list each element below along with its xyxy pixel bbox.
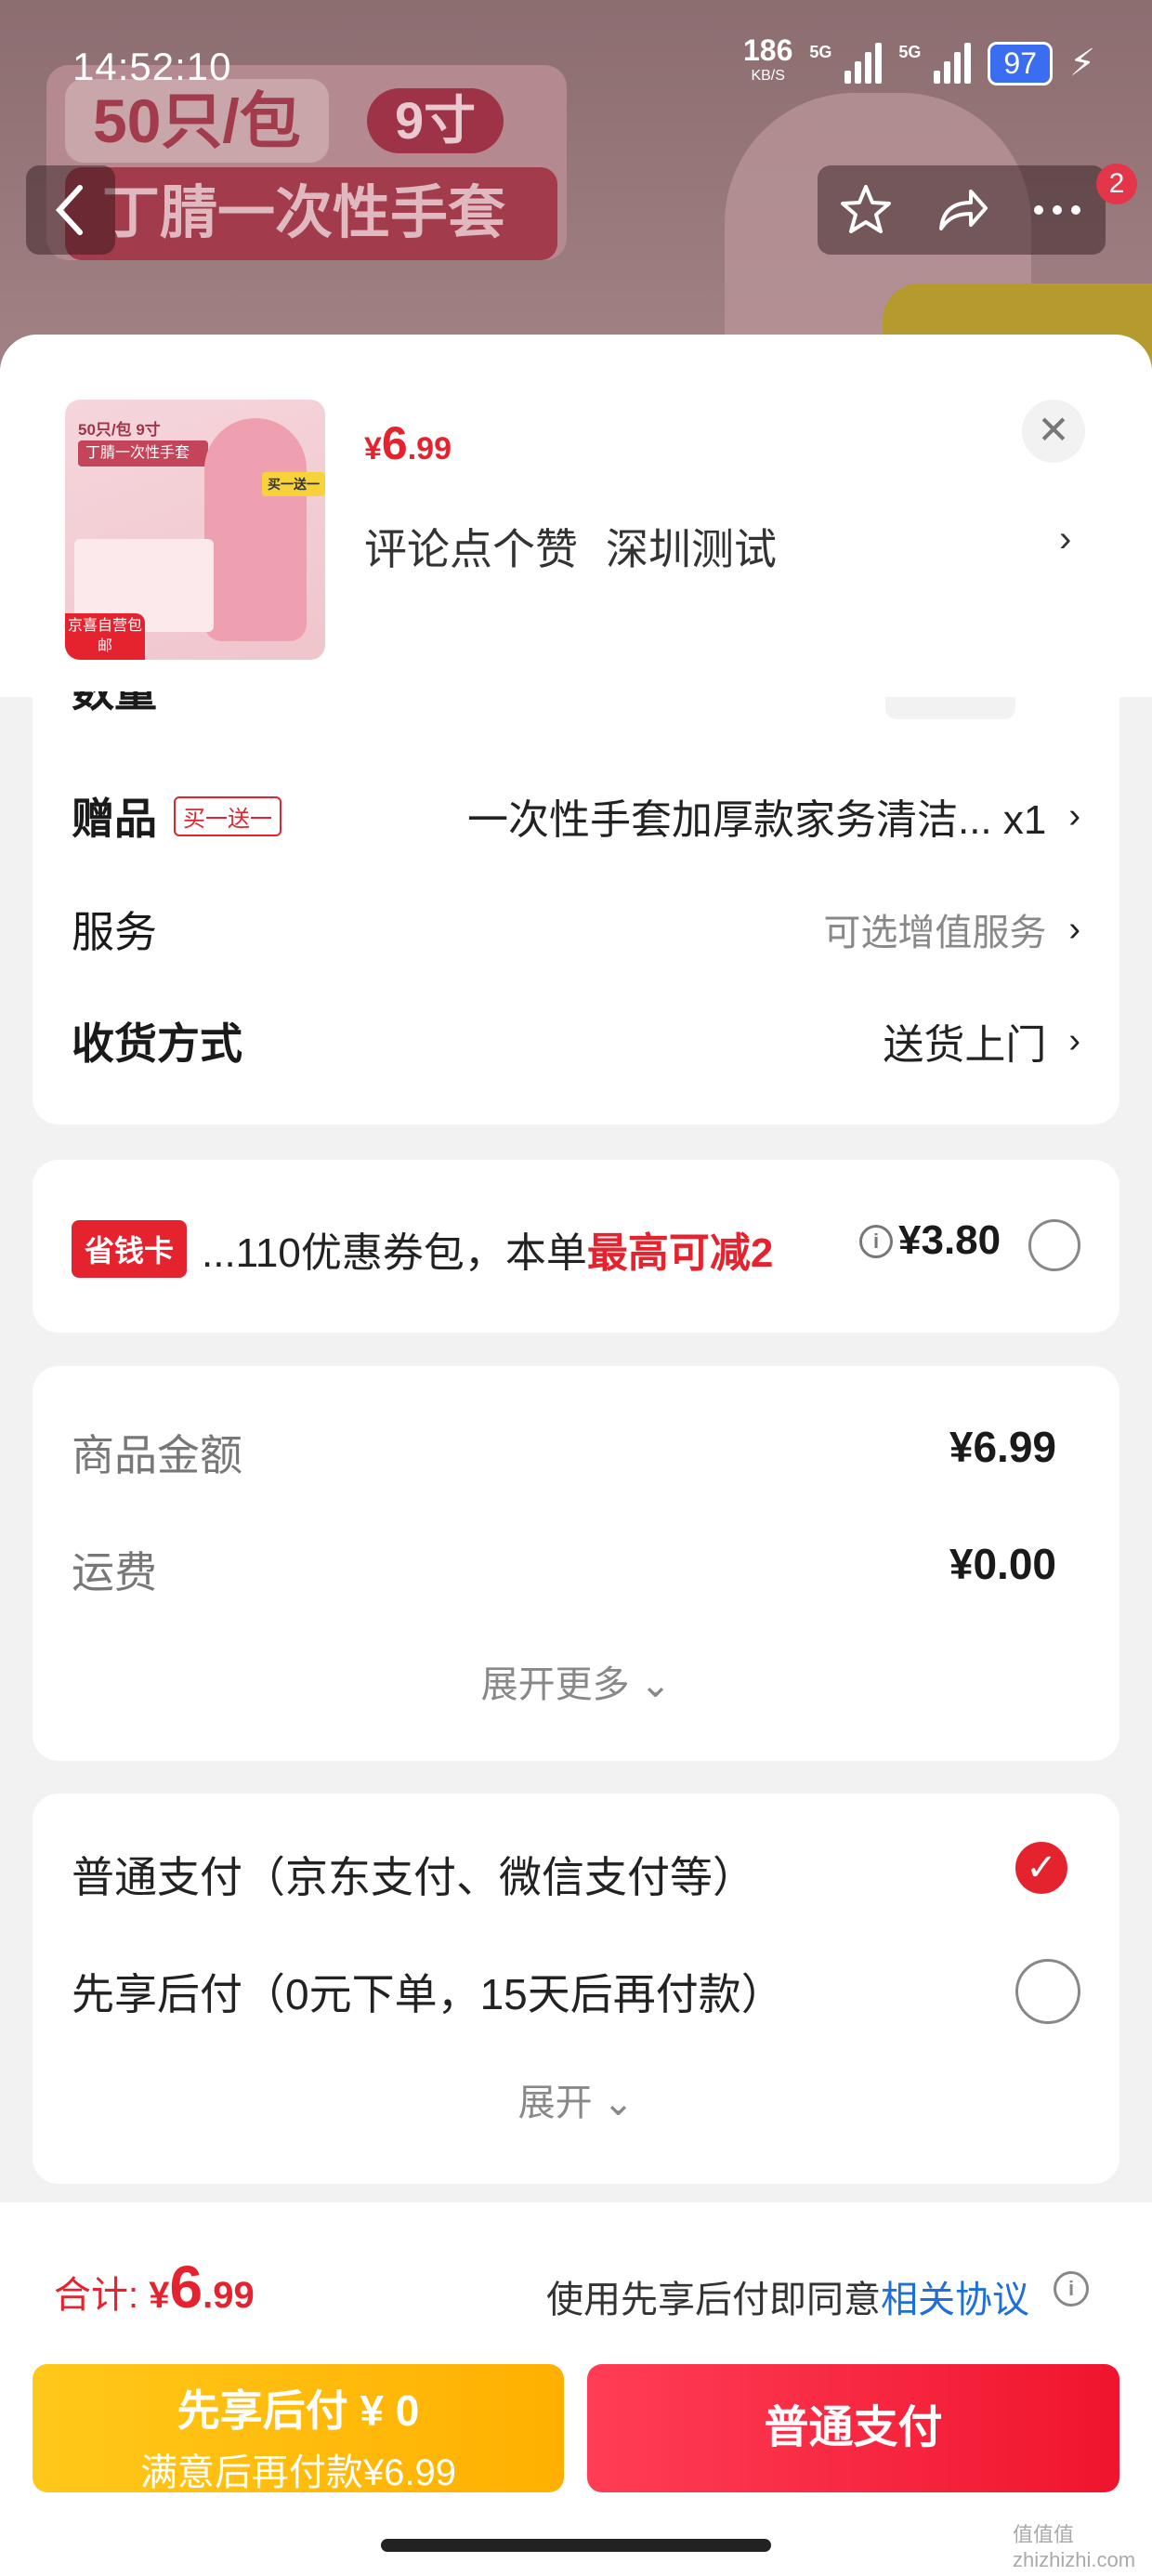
amount-card: 商品金额 ¥6.99 运费 ¥0.00 展开更多 ⌄: [33, 1366, 1119, 1761]
chevron-right-icon: ›: [1068, 795, 1080, 835]
service-row[interactable]: 服务 可选增值服务 ›: [72, 892, 1080, 966]
pay-later-sublabel: 满意后再付款¥6.99: [139, 2452, 457, 2493]
delivery-row[interactable]: 收货方式 送货上门 ›: [72, 1004, 1080, 1078]
chevron-down-icon: ⌄: [639, 1664, 672, 1705]
gift-value: 一次性手套加厚款家务清洁... x1: [466, 797, 1047, 843]
total-symbol: ¥: [149, 2275, 170, 2316]
info-icon[interactable]: i: [1054, 2271, 1089, 2307]
checkmark-icon[interactable]: ✓: [1015, 1842, 1067, 1894]
thumb-promo-tag: 买一送一: [262, 472, 325, 496]
size-chip: 9寸: [367, 88, 504, 153]
info-icon[interactable]: i: [859, 1225, 893, 1258]
close-button[interactable]: ✕: [1022, 400, 1085, 463]
shipping-label: 运费: [72, 1548, 157, 1597]
product-thumbnail[interactable]: 50只/包 9寸 丁腈一次性手套 买一送一 京喜自营包邮: [65, 400, 325, 660]
coupon-amount: ¥3.80: [898, 1217, 1001, 1263]
goods-amount-label: 商品金额: [72, 1431, 242, 1479]
speed-unit: KB/S: [751, 68, 785, 84]
expand-label: 展开: [517, 2083, 593, 2123]
total-int: 6: [169, 2254, 203, 2320]
coupon-description[interactable]: ...110优惠券包，本单最高可减2: [202, 1219, 773, 1279]
gift-row[interactable]: 赠品 买一送一 一次性手套加厚款家务清洁... x1 ›: [72, 779, 1080, 853]
chevron-down-icon: ⌄: [602, 2083, 635, 2123]
back-button[interactable]: [26, 165, 115, 255]
sheet-header: 50只/包 9寸 丁腈一次性手套 买一送一 京喜自营包邮 ¥6.99 评论点个赞…: [0, 335, 1152, 697]
price-symbol: ¥: [364, 431, 382, 467]
chevron-right-icon: ›: [1068, 1020, 1080, 1060]
payment-card: 普通支付（京东支付、微信支付等） ✓ 先享后付（0元下单，15天后再付款） 展开…: [33, 1794, 1119, 2184]
coupon-text: ...110优惠券包，本单: [202, 1230, 587, 1276]
delivery-value: 送货上门: [883, 1022, 1047, 1068]
glove-image: [204, 418, 307, 641]
thumb-title: 丁腈一次性手套: [78, 440, 208, 467]
spec-address: 深圳测试: [606, 525, 777, 573]
shipping-value: ¥0.00: [949, 1540, 1056, 1588]
gift-label: 赠品: [72, 795, 157, 843]
star-icon: [840, 185, 891, 233]
thumb-shipping-seal: 京喜自营包邮: [65, 613, 145, 660]
cart-badge: 2: [1096, 164, 1137, 204]
signal-icon: 5G: [898, 43, 972, 84]
bottom-bar: 合计: ¥6.99 使用先享后付即同意相关协议 i 先享后付 ¥ 0 满意后再付…: [0, 2202, 1152, 2576]
signal-label: 5G: [809, 43, 832, 61]
status-time: 14:52:10: [72, 45, 232, 88]
chevron-right-icon: ›: [1068, 909, 1080, 949]
paylater-radio[interactable]: [1015, 1959, 1080, 2024]
checkout-sheet: 50只/包 9寸 丁腈一次性手套 买一送一 京喜自营包邮 ¥6.99 评论点个赞…: [0, 335, 1152, 2576]
price-dec: .99: [407, 431, 452, 467]
quantity-stepper[interactable]: [885, 697, 1015, 719]
pack-count-chip: 50只/包: [65, 79, 329, 163]
favorite-button[interactable]: [833, 177, 898, 243]
charging-icon: ⚡: [1068, 43, 1096, 84]
quantity-label: 数量: [72, 691, 157, 716]
chevron-left-icon: [55, 185, 83, 235]
top-actions: [818, 165, 1106, 255]
share-icon: [938, 190, 988, 230]
coupon-card: 省钱卡 ...110优惠券包，本单最高可减2 i ¥3.80: [33, 1160, 1119, 1333]
expand-button[interactable]: 展开 ⌄: [33, 2072, 1119, 2126]
payment-option-paylater[interactable]: 先享后付（0元下单，15天后再付款）: [72, 1961, 784, 2022]
agreement-link[interactable]: 相关协议: [881, 2280, 1029, 2320]
product-spec-selector[interactable]: 评论点个赞 深圳测试: [364, 516, 777, 577]
expand-more-label: 展开更多: [480, 1664, 630, 1705]
agreement-text: 使用先享后付即同意相关协议: [546, 2269, 1029, 2323]
pay-later-button[interactable]: 先享后付 ¥ 0 满意后再付款¥6.99: [33, 2364, 564, 2493]
battery-indicator: 97: [988, 41, 1053, 85]
signal-label: 5G: [898, 43, 922, 61]
speed-value: 186: [743, 33, 793, 67]
more-button[interactable]: [1025, 177, 1090, 243]
total-dec: .99: [203, 2275, 255, 2316]
goods-amount-value: ¥6.99: [949, 1423, 1056, 1471]
gift-tag: 买一送一: [174, 795, 281, 836]
product-banner-title: 丁腈一次性手套: [65, 167, 557, 260]
more-icon: [1034, 205, 1081, 215]
pay-later-label: 先享后付 ¥ 0: [177, 2386, 420, 2435]
price-int: 6: [381, 417, 408, 469]
coupon-radio[interactable]: [1028, 1219, 1080, 1271]
watermark: 值值值 zhizhizhi.com: [1013, 2523, 1136, 2571]
spec-text: 评论点个赞: [364, 525, 578, 573]
signal-icon: 5G: [809, 43, 883, 84]
product-price: ¥6.99: [364, 416, 452, 470]
coupon-highlight: 最高可减2: [586, 1230, 774, 1276]
status-icons: 186 KB/S 5G 5G 97 ⚡: [743, 35, 1096, 89]
service-value: 可选增值服务: [823, 913, 1047, 953]
total-label: 合计:: [54, 2275, 150, 2316]
payment-option-normal[interactable]: 普通支付（京东支付、微信支付等）: [72, 1844, 755, 1905]
goods-amount-row: 商品金额 ¥6.99: [72, 1422, 1056, 1483]
expand-more-button[interactable]: 展开更多 ⌄: [33, 1654, 1119, 1708]
options-card: 数量 赠品 买一送一 一次性手套加厚款家务清洁... x1 › 服务 可选增值服…: [33, 691, 1119, 1124]
delivery-label: 收货方式: [72, 1019, 242, 1068]
order-total: 合计: ¥6.99: [54, 2253, 255, 2321]
normal-pay-button[interactable]: 普通支付: [587, 2364, 1119, 2492]
coupon-badge: 省钱卡: [72, 1220, 188, 1278]
agreement-prefix: 使用先享后付即同意: [546, 2280, 881, 2320]
home-indicator[interactable]: [381, 2539, 771, 2552]
network-speed: 186 KB/S: [743, 35, 792, 89]
share-button[interactable]: [929, 177, 994, 243]
chevron-right-icon[interactable]: ›: [1059, 519, 1071, 560]
thumb-pack-text: 50只/包 9寸: [78, 421, 161, 439]
shipping-row: 运费 ¥0.00: [72, 1539, 1056, 1600]
service-label: 服务: [72, 908, 157, 956]
